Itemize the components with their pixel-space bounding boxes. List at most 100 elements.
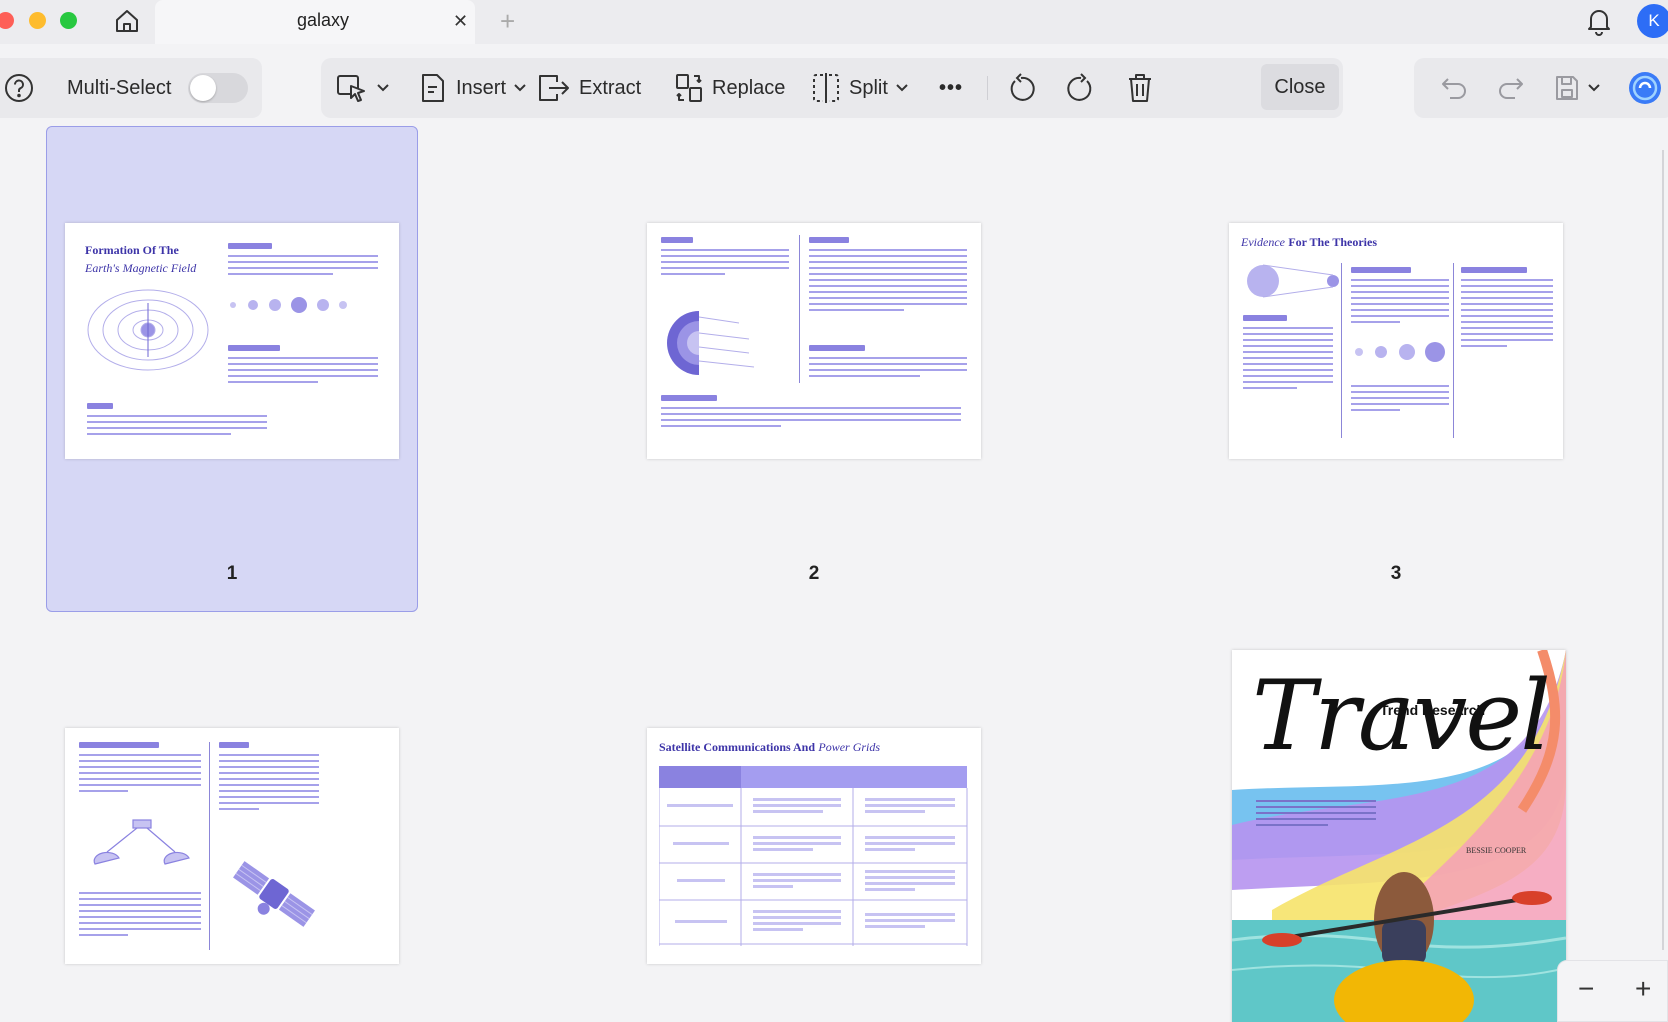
- tab-close-icon[interactable]: ✕: [453, 11, 468, 32]
- window-minimize-button[interactable]: [29, 12, 46, 29]
- section-label: [1351, 267, 1411, 273]
- section-label: [228, 243, 272, 249]
- undo-icon[interactable]: [1440, 58, 1468, 118]
- column-divider: [209, 742, 210, 950]
- rotate-right-icon[interactable]: [1066, 58, 1096, 118]
- magnetic-field-diagram: [87, 289, 209, 371]
- planet-size-diagram: [1355, 342, 1445, 362]
- column-divider: [1453, 263, 1454, 438]
- page-number: 3: [1390, 563, 1402, 584]
- section-label: [1243, 315, 1287, 321]
- insert-button[interactable]: Insert: [418, 58, 526, 118]
- tab-title: galaxy: [297, 10, 350, 30]
- cover-subtitle: Trend Research: [1380, 702, 1486, 718]
- body-text: [87, 415, 267, 439]
- ai-assistant-icon[interactable]: [1628, 58, 1662, 118]
- multi-select-label: Multi-Select: [67, 76, 172, 99]
- split-icon: [813, 73, 839, 103]
- body-text: [809, 357, 967, 381]
- home-icon[interactable]: [111, 6, 143, 36]
- user-avatar[interactable]: K: [1637, 4, 1668, 38]
- cover-body-text: [1256, 800, 1376, 830]
- column-divider: [799, 235, 800, 383]
- document-tab[interactable]: galaxy ✕: [155, 0, 475, 44]
- body-text: [79, 892, 201, 940]
- section-label: [661, 237, 693, 243]
- replace-label: Replace: [712, 76, 786, 99]
- rotate-left-icon[interactable]: [1006, 58, 1036, 118]
- cover-author: BESSIE COOPER: [1466, 846, 1527, 855]
- satellite-illustration: [233, 861, 315, 927]
- page-thumbnail-3[interactable]: Evidence For The Theories: [1229, 223, 1563, 459]
- section-label: [79, 742, 159, 748]
- body-text: [228, 357, 378, 387]
- body-text: [1461, 279, 1553, 351]
- page-thumbnail-5[interactable]: Satellite Communications And Power Grids: [647, 728, 981, 964]
- section-label: [219, 742, 249, 748]
- page-subtitle: Earth's Magnetic Field: [85, 261, 197, 275]
- body-text: [79, 754, 201, 796]
- chevron-down-icon: [514, 84, 526, 92]
- body-text: [219, 754, 319, 814]
- chevron-down-icon: [377, 84, 389, 92]
- delete-trash-icon[interactable]: [1126, 58, 1154, 118]
- page-title: Satellite Communications And Power Grids: [659, 740, 881, 754]
- section-label: [1461, 267, 1527, 273]
- split-button[interactable]: Split: [811, 58, 908, 118]
- extract-button[interactable]: Extract: [537, 58, 641, 118]
- replace-icon: [676, 74, 702, 102]
- page-thumbnail-1[interactable]: Formation Of The Earth's Magnetic Field: [65, 223, 399, 459]
- page-thumbnail-4[interactable]: [65, 728, 399, 964]
- select-cursor-icon: [337, 75, 365, 102]
- page-thumbnail-6[interactable]: Travel Trend Research BESSIE COOPER: [1232, 650, 1566, 1022]
- title-bar: galaxy ✕ + K: [0, 0, 1668, 44]
- extract-label: Extract: [579, 76, 642, 99]
- column-divider: [1341, 263, 1342, 438]
- section-label: [661, 395, 717, 401]
- toolbar-divider: [987, 76, 988, 100]
- redo-icon[interactable]: [1497, 58, 1525, 118]
- orbit-diagram: [1247, 264, 1339, 298]
- page-thumbnail-2[interactable]: [647, 223, 981, 459]
- comparison-table: [659, 766, 968, 946]
- body-text: [1243, 327, 1333, 393]
- section-label: [809, 237, 849, 243]
- window-close-button[interactable]: [0, 12, 14, 29]
- document-toolbar: [1414, 58, 1668, 118]
- save-button[interactable]: [1554, 58, 1600, 118]
- planet-size-diagram: [230, 297, 347, 313]
- save-icon: [1556, 76, 1578, 100]
- body-text: [228, 255, 378, 279]
- toggle-knob: [190, 75, 216, 101]
- vertical-scrollbar[interactable]: [1662, 150, 1664, 950]
- chevron-down-icon: [1588, 84, 1600, 92]
- zoom-in-button[interactable]: +: [1635, 973, 1651, 1005]
- body-text: [661, 407, 961, 431]
- page-number: 2: [808, 563, 820, 584]
- replace-button[interactable]: Replace: [674, 58, 785, 118]
- close-button[interactable]: Close: [1261, 64, 1339, 110]
- notification-bell-icon[interactable]: [1585, 6, 1613, 41]
- help-icon[interactable]: [4, 58, 34, 118]
- body-text: [1351, 279, 1449, 327]
- select-tool-button[interactable]: [335, 58, 389, 118]
- earth-layers-diagram: [667, 311, 755, 375]
- insert-page-icon: [422, 74, 444, 102]
- extract-icon: [539, 75, 569, 101]
- body-text: [1351, 385, 1449, 415]
- window-zoom-button[interactable]: [60, 12, 77, 29]
- page-toolbar: Insert Extract Replace Split ••• Close: [321, 58, 1343, 118]
- body-text: [809, 249, 967, 315]
- selection-toolbar: Multi-Select: [0, 58, 262, 118]
- section-label: [87, 403, 113, 409]
- more-options-icon[interactable]: •••: [939, 58, 963, 118]
- page-title: Evidence For The Theories: [1241, 235, 1377, 249]
- split-label: Split: [849, 76, 888, 99]
- zoom-out-button[interactable]: −: [1578, 973, 1594, 1005]
- satellite-network-diagram: [93, 819, 190, 865]
- multi-select-toggle[interactable]: [188, 73, 248, 103]
- body-text: [661, 249, 789, 279]
- section-label: [809, 345, 865, 351]
- insert-label: Insert: [456, 76, 507, 99]
- new-tab-icon[interactable]: +: [500, 6, 515, 37]
